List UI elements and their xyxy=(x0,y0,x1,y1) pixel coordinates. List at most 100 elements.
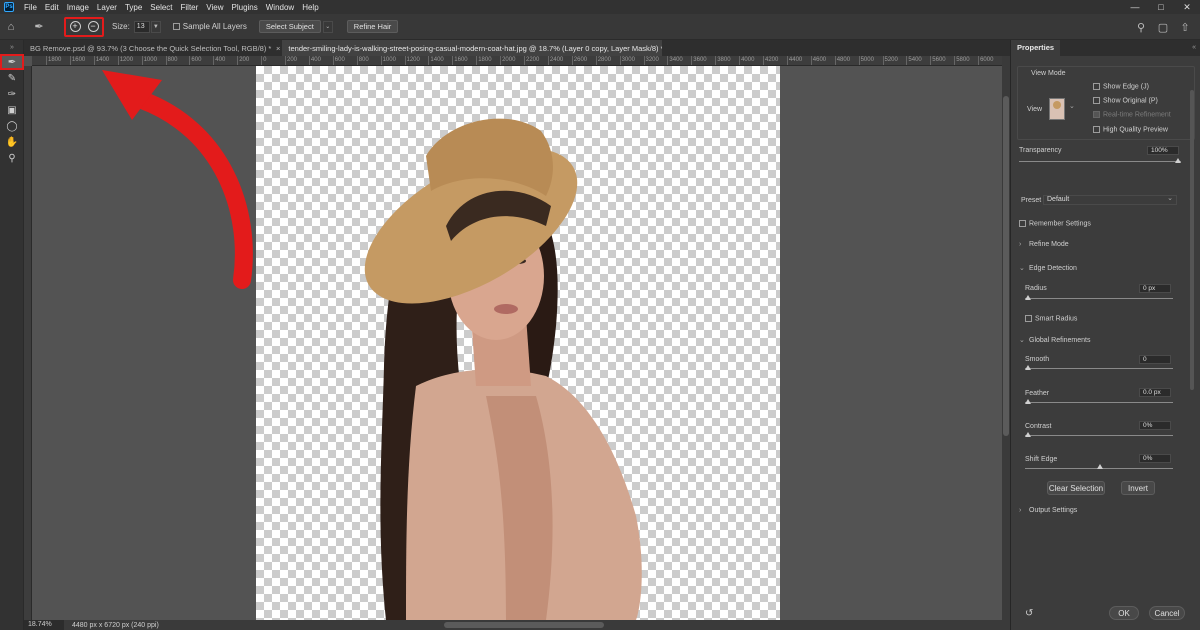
remember-settings-checkbox[interactable]: Remember Settings xyxy=(1019,220,1091,227)
menu-view[interactable]: View xyxy=(202,3,227,12)
invert-button[interactable]: Invert xyxy=(1121,481,1155,495)
edge-detection-section[interactable]: ⌄ Edge Detection xyxy=(1019,264,1077,272)
menu-image[interactable]: Image xyxy=(63,3,93,12)
ruler-tick xyxy=(165,56,167,65)
horizontal-scroll-thumb[interactable] xyxy=(444,622,604,628)
scroll-thumb[interactable] xyxy=(1003,96,1009,436)
status-bar: 18.74% 4480 px x 6720 px (240 ppi) xyxy=(24,620,1010,630)
feather-input[interactable]: 0.0 px xyxy=(1139,388,1171,397)
contrast-slider-knob[interactable] xyxy=(1025,432,1031,437)
smooth-label: Smooth xyxy=(1025,356,1050,363)
ok-button[interactable]: OK xyxy=(1109,606,1139,620)
select-subject-dropdown-icon[interactable]: ⌄ xyxy=(322,20,333,33)
menu-type[interactable]: Type xyxy=(121,3,146,12)
tab-tender-smiling-lady[interactable]: tender-smiling-lady-is-walking-street-po… xyxy=(282,40,663,56)
home-icon[interactable]: ⌂ xyxy=(0,16,22,38)
ruler-tick xyxy=(643,56,645,65)
view-dropdown-icon[interactable]: ⌄ xyxy=(1069,102,1075,110)
ruler-tick-label: 3800 xyxy=(717,57,731,63)
cancel-button[interactable]: Cancel xyxy=(1149,606,1185,620)
sample-all-layers-checkbox[interactable]: Sample All Layers xyxy=(172,22,247,31)
show-original-checkbox[interactable]: Show Original (P) xyxy=(1093,97,1158,104)
ruler-tick xyxy=(213,56,215,65)
minimize-icon[interactable]: — xyxy=(1122,0,1148,14)
refine-mode-section[interactable]: › Refine Mode xyxy=(1019,241,1069,248)
properties-tab[interactable]: Properties xyxy=(1011,40,1061,56)
transparency-input[interactable]: 100% xyxy=(1147,146,1179,155)
subtract-from-selection-icon[interactable]: − xyxy=(87,21,99,32)
global-refinements-label: Global Refinements xyxy=(1029,337,1091,344)
maximize-icon[interactable]: □ xyxy=(1148,0,1174,14)
edge-detection-label: Edge Detection xyxy=(1029,265,1077,272)
smooth-input[interactable]: 0 xyxy=(1139,355,1171,364)
select-subject-button[interactable]: Select Subject xyxy=(258,20,321,33)
panel-scrollbar[interactable] xyxy=(1189,40,1195,630)
close-icon[interactable]: ✕ xyxy=(1174,0,1200,14)
radius-slider[interactable] xyxy=(1025,298,1173,299)
ruler-tick-label: 2800 xyxy=(597,57,612,63)
shift-edge-input[interactable]: 0% xyxy=(1139,454,1171,463)
smart-radius-checkbox[interactable]: Smart Radius xyxy=(1025,315,1077,322)
tab-bg-remove[interactable]: BG Remove.psd @ 93.7% (3 Choose the Quic… xyxy=(24,40,274,56)
document-canvas[interactable] xyxy=(256,66,780,620)
menu-plugins[interactable]: Plugins xyxy=(228,3,262,12)
output-settings-section[interactable]: › Output Settings xyxy=(1019,507,1077,514)
smooth-slider-knob[interactable] xyxy=(1025,365,1031,370)
document-info: 4480 px x 6720 px (240 ppi) xyxy=(72,621,159,629)
tool-preset-icon[interactable]: ✒ xyxy=(28,16,50,38)
collapse-toolbar-icon[interactable]: » xyxy=(0,40,24,54)
canvas-area[interactable] xyxy=(32,66,1002,620)
menu-edit[interactable]: Edit xyxy=(41,3,63,12)
ruler-tick-label: 400 xyxy=(310,57,321,63)
menu-layer[interactable]: Layer xyxy=(93,3,121,12)
menu-filter[interactable]: Filter xyxy=(177,3,203,12)
transparency-slider[interactable] xyxy=(1019,161,1181,162)
ruler-tick-label: 1000 xyxy=(382,57,396,63)
zoom-level[interactable]: 18.74% xyxy=(24,620,64,630)
reset-icon[interactable]: ↺ xyxy=(1025,608,1033,619)
feather-slider[interactable] xyxy=(1025,402,1173,403)
contrast-slider[interactable] xyxy=(1025,435,1173,436)
ruler-tick-label: 1600 xyxy=(454,57,468,63)
size-dropdown-icon[interactable]: ▼ xyxy=(150,20,161,33)
tab-close-icon[interactable]: × xyxy=(274,40,282,56)
checkbox-box xyxy=(1025,315,1032,322)
view-mode-label: View Mode xyxy=(1031,70,1066,77)
show-edge-checkbox[interactable]: Show Edge (J) xyxy=(1093,83,1149,90)
high-quality-preview-checkbox[interactable]: High Quality Preview xyxy=(1093,126,1168,133)
menu-file[interactable]: File xyxy=(20,3,41,12)
view-label: View xyxy=(1027,106,1043,113)
smooth-slider[interactable] xyxy=(1025,368,1173,369)
radius-slider-knob[interactable] xyxy=(1025,295,1031,300)
share-icon[interactable]: ⇧ xyxy=(1174,16,1196,38)
zoom-tool-icon[interactable]: ⚲ xyxy=(0,150,24,166)
menu-window[interactable]: Window xyxy=(262,3,298,12)
panel-scroll-thumb[interactable] xyxy=(1190,90,1194,390)
feather-slider-knob[interactable] xyxy=(1025,399,1031,404)
contrast-input[interactable]: 0% xyxy=(1139,421,1171,430)
shift-edge-slider-knob[interactable] xyxy=(1097,464,1103,469)
ruler-tick xyxy=(810,56,812,65)
preset-dropdown[interactable]: Default ⌄ xyxy=(1043,195,1177,205)
workspace-icon[interactable]: ▢ xyxy=(1152,16,1174,38)
size-input[interactable]: 13 xyxy=(133,20,150,33)
global-refinements-section[interactable]: ⌄ Global Refinements xyxy=(1019,336,1090,344)
menu-help[interactable]: Help xyxy=(298,3,322,12)
transparency-slider-knob[interactable] xyxy=(1175,158,1181,163)
lasso-tool-icon[interactable]: ◯ xyxy=(0,118,24,134)
search-icon[interactable]: ⚲ xyxy=(1130,16,1152,38)
shift-edge-label: Shift Edge xyxy=(1025,456,1058,463)
refine-hair-button[interactable]: Refine Hair xyxy=(346,20,399,33)
quick-selection-tool-icon[interactable]: ✒ xyxy=(0,54,24,70)
vertical-scrollbar[interactable] xyxy=(1002,56,1010,620)
radius-input[interactable]: 0 px xyxy=(1139,284,1171,293)
brush-tool-icon[interactable]: ✑ xyxy=(0,86,24,102)
ruler-tick-label: 4200 xyxy=(765,57,779,63)
hand-tool-icon[interactable]: ✋ xyxy=(0,134,24,150)
clear-selection-button[interactable]: Clear Selection xyxy=(1047,481,1105,495)
object-selection-tool-icon[interactable]: ▣ xyxy=(0,102,24,118)
refine-edge-brush-icon[interactable]: ✎ xyxy=(0,70,24,86)
view-thumbnail[interactable] xyxy=(1049,98,1065,120)
add-to-selection-icon[interactable]: + xyxy=(69,21,81,32)
menu-select[interactable]: Select xyxy=(146,3,176,12)
